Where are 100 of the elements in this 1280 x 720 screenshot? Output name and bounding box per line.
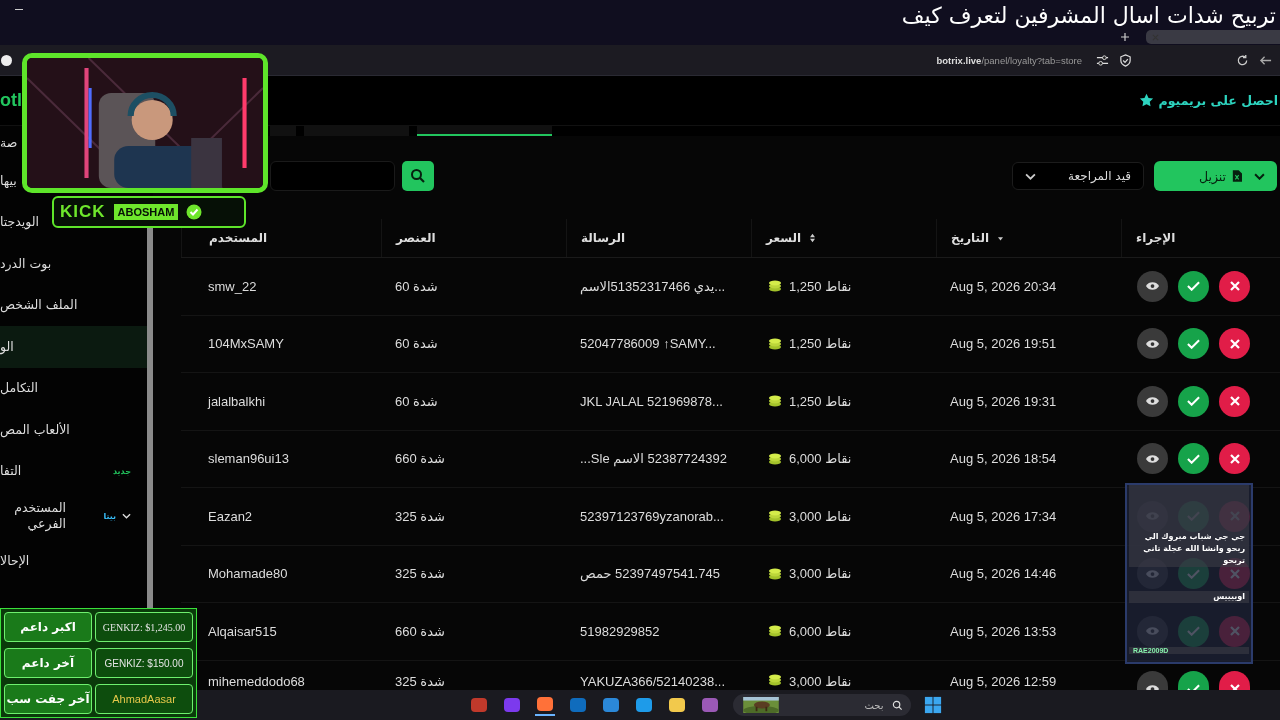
table-cell: Aug 5, 2026 12:59 bbox=[950, 673, 1057, 689]
table-cell: ...يدي 51352317466الاسم bbox=[580, 278, 726, 294]
coins-icon bbox=[768, 337, 782, 350]
platform-logo: KICK bbox=[60, 202, 106, 222]
sidebar-item[interactable]: التكامل bbox=[0, 367, 38, 409]
star-icon bbox=[1138, 93, 1154, 108]
taskbar-app-icon[interactable] bbox=[666, 695, 687, 715]
sidebar-item[interactable]: الإحالا bbox=[0, 540, 30, 582]
table-cell: شدة 60 bbox=[395, 393, 438, 409]
coins-icon bbox=[768, 625, 782, 638]
reject-button[interactable] bbox=[1219, 443, 1250, 475]
approve-button[interactable] bbox=[1178, 385, 1209, 417]
column-header[interactable]: السعر bbox=[766, 231, 802, 245]
windows-start-icon[interactable] bbox=[923, 696, 942, 714]
price-text: 3,000 نقاط bbox=[789, 673, 852, 689]
view-button[interactable] bbox=[1137, 328, 1168, 360]
approve-button[interactable] bbox=[1178, 270, 1209, 302]
sidebar-item[interactable]: التفا جديد bbox=[0, 450, 147, 492]
search-button[interactable] bbox=[402, 161, 434, 191]
column-header[interactable]: التاريخ bbox=[951, 231, 990, 245]
taskbar-app-icon[interactable] bbox=[534, 694, 555, 716]
price-text: 1,250 نقاط bbox=[789, 278, 852, 294]
reload-icon[interactable] bbox=[1236, 53, 1249, 67]
sort-icon[interactable] bbox=[809, 233, 817, 243]
address-bar[interactable]: botrix.live/panel/loyalty?tab=store bbox=[936, 54, 1082, 66]
check-icon bbox=[1187, 281, 1200, 292]
stat-value: GENKIZ: $150.00 bbox=[95, 648, 193, 678]
coins-icon bbox=[768, 280, 782, 293]
table-cell: 52397497541.745 حمص bbox=[580, 566, 720, 582]
coins-icon bbox=[768, 567, 782, 580]
sidebar-item[interactable]: الو bbox=[0, 326, 147, 368]
taskbar-search-field[interactable]: بحث bbox=[732, 694, 911, 716]
view-button[interactable] bbox=[1137, 443, 1168, 475]
tune-icon[interactable] bbox=[1096, 53, 1109, 67]
check-icon bbox=[1187, 396, 1200, 407]
reject-button[interactable] bbox=[1219, 385, 1250, 417]
table-cell: شدة 60 bbox=[395, 278, 438, 294]
table-cell: شدة 325 bbox=[395, 566, 445, 582]
sidebar-note: جديد bbox=[113, 466, 131, 476]
sidebar-item[interactable]: الملف الشخص bbox=[0, 284, 78, 326]
view-button[interactable] bbox=[1137, 385, 1168, 417]
table-cell: شدة 660 bbox=[395, 451, 445, 467]
view-button[interactable] bbox=[1137, 670, 1168, 690]
premium-link[interactable]: احصل على بريميوم bbox=[1138, 93, 1280, 108]
table-cell: Aug 5, 2026 17:34 bbox=[950, 508, 1057, 524]
table-cell: JKL JALAL 521969878... bbox=[580, 393, 723, 409]
shield-icon[interactable] bbox=[1119, 53, 1132, 67]
stat-value: AhmadAasar bbox=[95, 684, 193, 714]
table-cell: 104MxSAMY bbox=[208, 336, 284, 352]
download-button[interactable]: تنزيل bbox=[1154, 161, 1277, 191]
close-icon bbox=[1229, 338, 1240, 349]
close-icon bbox=[1229, 683, 1240, 690]
table-cell: smw_22 bbox=[208, 278, 257, 294]
reject-button[interactable] bbox=[1219, 328, 1250, 360]
extension-icon[interactable] bbox=[1, 54, 12, 66]
sidebar-item[interactable]: بيها bbox=[0, 160, 17, 202]
taskbar-app-icon[interactable] bbox=[633, 695, 654, 715]
coins-icon bbox=[768, 673, 782, 686]
table-cell: شدة 660 bbox=[395, 623, 445, 639]
approve-button[interactable] bbox=[1178, 443, 1209, 475]
tab[interactable] bbox=[417, 126, 552, 136]
chevron-down-icon[interactable] bbox=[122, 513, 131, 519]
chat-message: جي جي شباب مبروك الي ربحو وانشا الله عجلة تاني تربحو bbox=[1142, 531, 1245, 567]
column-header[interactable]: الإجراء bbox=[1136, 231, 1176, 245]
sidebar-item[interactable]: المستخدم الفرعي بيتا bbox=[0, 492, 147, 540]
stat-label: آخر جفت سب bbox=[4, 684, 92, 714]
check-icon bbox=[1187, 338, 1200, 349]
sidebar-item[interactable]: صة bbox=[0, 126, 18, 160]
taskbar-app-icon[interactable] bbox=[600, 695, 621, 715]
coins-icon bbox=[768, 510, 782, 523]
sidebar-item[interactable]: بوت الدرد bbox=[0, 243, 52, 285]
verified-icon bbox=[186, 204, 203, 220]
status-dropdown[interactable]: قيد المراجعة bbox=[1012, 162, 1144, 190]
sidebar-item[interactable]: الويدجتا bbox=[0, 201, 40, 243]
sidebar-item[interactable]: الألعاب المص bbox=[0, 409, 70, 451]
coins-icon bbox=[768, 395, 782, 408]
table-cell: Aug 5, 2026 19:31 bbox=[950, 393, 1057, 409]
close-icon bbox=[1229, 281, 1240, 292]
price-text: 3,000 نقاط bbox=[789, 508, 852, 524]
table-cell: Aug 5, 2026 14:46 bbox=[950, 566, 1057, 582]
reject-button[interactable] bbox=[1219, 670, 1250, 690]
table-cell: Aug 5, 2026 19:51 bbox=[950, 336, 1057, 352]
table-cell: Alqaisar515 bbox=[208, 623, 277, 639]
price-text: 6,000 نقاط bbox=[789, 451, 852, 467]
column-header[interactable]: الرسالة bbox=[581, 231, 626, 245]
column-header[interactable]: العنصر bbox=[396, 231, 436, 245]
table-cell: 52397123769yzanorab... bbox=[580, 508, 724, 524]
new-tab-icon[interactable] bbox=[1120, 32, 1130, 42]
search-field[interactable] bbox=[270, 161, 395, 191]
table-cell: شدة 325 bbox=[395, 508, 445, 524]
logo[interactable]: otl bbox=[0, 90, 22, 111]
column-header[interactable]: المستخدم bbox=[209, 231, 268, 245]
price-text: 3,000 نقاط bbox=[789, 566, 852, 582]
table-cell: YAKUZA366/52140238... bbox=[580, 673, 726, 689]
sidebar-note: بيتا bbox=[103, 511, 116, 521]
approve-button[interactable] bbox=[1178, 670, 1209, 690]
table-cell: sleman96ui13 bbox=[208, 451, 289, 467]
view-button[interactable] bbox=[1137, 270, 1168, 302]
approve-button[interactable] bbox=[1178, 328, 1209, 360]
reject-button[interactable] bbox=[1219, 270, 1250, 302]
